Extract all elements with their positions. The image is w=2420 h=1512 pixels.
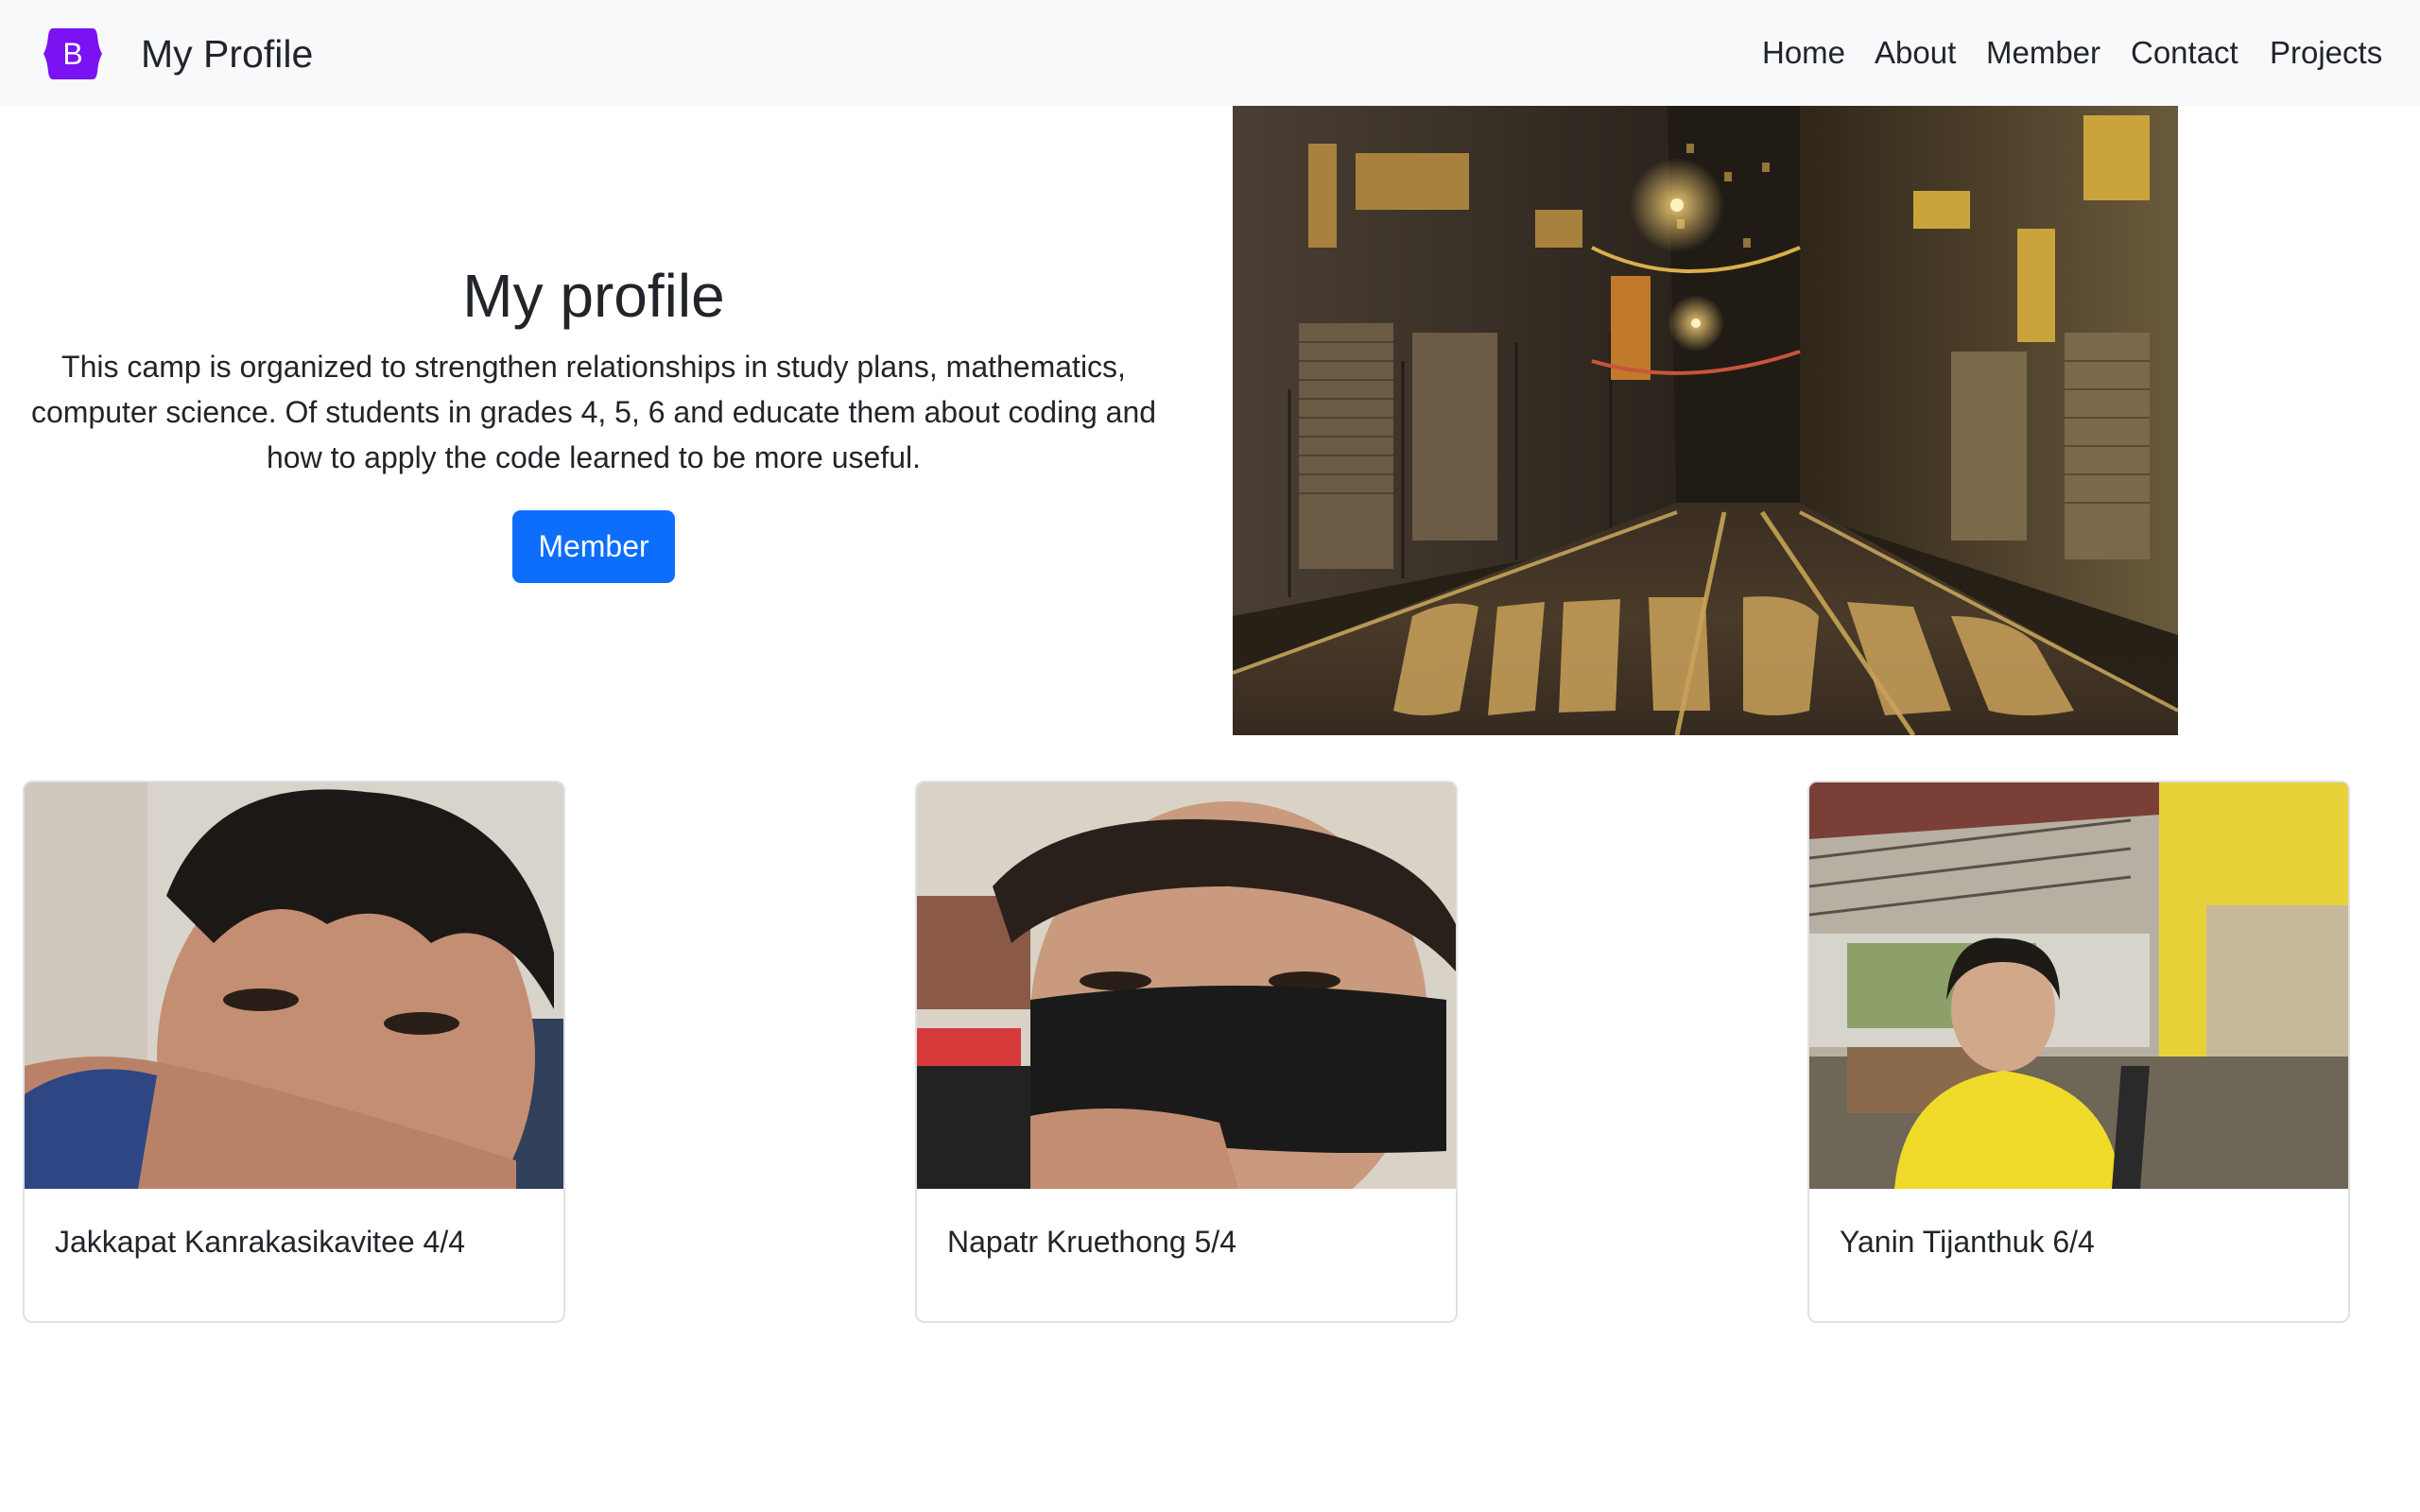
member-photo [1809, 782, 2348, 1189]
navbar: B My Profile Home About Member Contact P… [0, 0, 2420, 106]
hero-description: This camp is organized to strengthen rel… [30, 350, 1157, 474]
member-photo [25, 782, 563, 1189]
member-button[interactable]: Member [512, 510, 675, 583]
nav-link-projects[interactable]: Projects [2270, 32, 2382, 74]
member-card[interactable]: Napatr Kruethong 5/4 [915, 781, 1458, 1323]
member-card[interactable]: Jakkapat Kanrakasikavitee 4/4 [23, 781, 565, 1323]
logo-letter: B [62, 37, 82, 71]
member-card[interactable]: Yanin Tijanthuk 6/4 [1807, 781, 2350, 1323]
nav-link-home[interactable]: Home [1762, 32, 1845, 74]
brand-title[interactable]: My Profile [141, 28, 313, 79]
nav-link-contact[interactable]: Contact [2131, 32, 2238, 74]
nav-link-member[interactable]: Member [1986, 32, 2100, 74]
bootstrap-logo-icon[interactable]: B [43, 28, 102, 79]
member-photo [917, 782, 1456, 1189]
nav-link-about[interactable]: About [1875, 32, 1956, 74]
member-name: Jakkapat Kanrakasikavitee 4/4 [55, 1225, 466, 1259]
member-name: Yanin Tijanthuk 6/4 [1840, 1225, 2095, 1259]
hero-street-image [1233, 106, 2178, 735]
hero-title: My profile [462, 262, 725, 330]
member-name: Napatr Kruethong 5/4 [947, 1225, 1236, 1259]
